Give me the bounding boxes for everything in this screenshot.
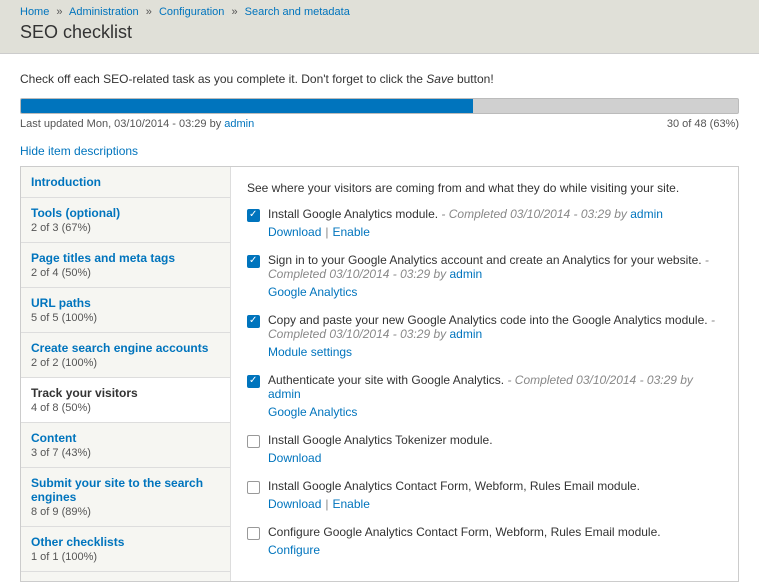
sidebar-item-label: Content — [31, 431, 220, 445]
sidebar-item-label: Track your visitors — [31, 386, 220, 400]
breadcrumb-link[interactable]: Administration — [69, 6, 139, 18]
task-row: Install Google Analytics Contact Form, W… — [247, 479, 722, 511]
sidebar-item-meta: 4 of 8 (50%) — [31, 402, 91, 414]
sidebar-item[interactable]: Content 3 of 7 (43%) — [21, 423, 230, 468]
task-link[interactable]: Enable — [333, 225, 370, 239]
sidebar-item-meta: 5 of 5 (100%) — [31, 312, 97, 324]
sidebar-item[interactable]: Track your visitors 4 of 8 (50%) — [21, 378, 230, 423]
task-title: Install Google Analytics module. — [268, 207, 438, 221]
progress-updated: Last updated Mon, 03/10/2014 - 03:29 by … — [20, 118, 254, 130]
task-title: Authenticate your site with Google Analy… — [268, 373, 504, 387]
task-title: Install Google Analytics Contact Form, W… — [268, 479, 640, 493]
task-link[interactable]: Download — [268, 451, 321, 465]
sidebar-item-meta: 2 of 4 (50%) — [31, 267, 91, 279]
sidebar-item-meta: 3 of 7 (43%) — [31, 447, 91, 459]
breadcrumb-sep: » — [146, 6, 152, 18]
sidebar-item[interactable]: URL paths 5 of 5 (100%) — [21, 288, 230, 333]
task-body: Install Google Analytics module. - Compl… — [268, 207, 722, 239]
breadcrumb-sep: » — [56, 6, 62, 18]
task-links: Download | Enable — [268, 225, 722, 239]
link-sep: | — [325, 497, 328, 511]
user-link[interactable]: admin — [630, 207, 663, 221]
task-checkbox[interactable] — [247, 375, 260, 388]
task-panel: See where your visitors are coming from … — [231, 167, 738, 581]
task-links: Download | Enable — [268, 497, 722, 511]
task-title: Sign in to your Google Analytics account… — [268, 253, 702, 267]
task-links: Google Analytics — [268, 405, 722, 419]
task-checkbox[interactable] — [247, 527, 260, 540]
task-row: Install Google Analytics module. - Compl… — [247, 207, 722, 239]
task-row: Install Google Analytics Tokenizer modul… — [247, 433, 722, 465]
sidebar-item[interactable]: Submit your site to the search engines 8 … — [21, 468, 230, 527]
task-link[interactable]: Google Analytics — [268, 285, 357, 299]
breadcrumb-sep: » — [231, 6, 237, 18]
task-title: Configure Google Analytics Contact Form,… — [268, 525, 661, 539]
breadcrumb-link[interactable]: Configuration — [159, 6, 224, 18]
sidebar-item[interactable]: Create search engine accounts 2 of 2 (100… — [21, 333, 230, 378]
progress-fill — [21, 99, 473, 113]
progress-bar — [20, 98, 739, 114]
task-links: Google Analytics — [268, 285, 722, 299]
task-link[interactable]: Module settings — [268, 345, 352, 359]
user-link[interactable]: admin — [449, 327, 482, 341]
sidebar: Introduction Tools (optional) 2 of 3 (67%)… — [21, 167, 231, 581]
sidebar-item-label: URL paths — [31, 296, 220, 310]
task-link[interactable]: Download — [268, 225, 321, 239]
task-body: Configure Google Analytics Contact Form,… — [268, 525, 722, 557]
task-title: Copy and paste your new Google Analytics… — [268, 313, 708, 327]
sidebar-item-label: Tools (optional) — [31, 206, 220, 220]
panel-description: See where your visitors are coming from … — [247, 181, 722, 195]
intro-text: Check off each SEO-related task as you c… — [20, 72, 739, 86]
task-link[interactable]: Enable — [333, 497, 370, 511]
sidebar-item-meta: 2 of 3 (67%) — [31, 222, 91, 234]
task-body: Copy and paste your new Google Analytics… — [268, 313, 722, 359]
page-title: SEO checklist — [20, 22, 739, 43]
sidebar-item-label: Create search engine accounts — [31, 341, 220, 355]
sidebar-item-meta: 1 of 1 (100%) — [31, 551, 97, 563]
user-link[interactable]: admin — [224, 118, 254, 130]
task-row: Sign in to your Google Analytics account… — [247, 253, 722, 299]
task-links: Configure — [268, 543, 722, 557]
toggle-descriptions-link[interactable]: Hide item descriptions — [20, 144, 138, 158]
task-checkbox[interactable] — [247, 435, 260, 448]
task-links: Module settings — [268, 345, 722, 359]
sidebar-item[interactable]: Tools (optional) 2 of 3 (67%) — [21, 198, 230, 243]
task-body: Sign in to your Google Analytics account… — [268, 253, 722, 299]
breadcrumb: Home » Administration » Configuration » … — [20, 6, 739, 18]
task-row: Authenticate your site with Google Analy… — [247, 373, 722, 419]
sidebar-item-label: Other checklists — [31, 535, 220, 549]
task-body: Authenticate your site with Google Analy… — [268, 373, 722, 419]
task-row: Copy and paste your new Google Analytics… — [247, 313, 722, 359]
task-link[interactable]: Download — [268, 497, 321, 511]
progress-count: 30 of 48 (63%) — [667, 118, 739, 130]
task-completed-text: - Completed 03/10/2014 - 03:29 by — [438, 207, 630, 221]
sidebar-item-meta: 8 of 9 (89%) — [31, 506, 91, 518]
task-link[interactable]: Configure — [268, 543, 320, 557]
sidebar-item[interactable]: Other checklists 1 of 1 (100%) — [21, 527, 230, 572]
task-checkbox[interactable] — [247, 481, 260, 494]
task-body: Install Google Analytics Tokenizer modul… — [268, 433, 722, 465]
sidebar-item-label: Introduction — [31, 175, 220, 189]
sidebar-item-meta: 2 of 2 (100%) — [31, 357, 97, 369]
page-header: Home » Administration » Configuration » … — [0, 0, 759, 54]
sidebar-item-label: Page titles and meta tags — [31, 251, 220, 265]
breadcrumb-link[interactable]: Home — [20, 6, 49, 18]
task-completed-text: - Completed 03/10/2014 - 03:29 by — [504, 373, 693, 387]
link-sep: | — [325, 225, 328, 239]
task-checkbox[interactable] — [247, 315, 260, 328]
task-checkbox[interactable] — [247, 209, 260, 222]
sidebar-item[interactable]: Page titles and meta tags 2 of 4 (50%) — [21, 243, 230, 288]
user-link[interactable]: admin — [449, 267, 482, 281]
task-title: Install Google Analytics Tokenizer modul… — [268, 433, 493, 447]
breadcrumb-link[interactable]: Search and metadata — [245, 6, 350, 18]
task-links: Download — [268, 451, 722, 465]
sidebar-item-label: Submit your site to the search engines — [31, 476, 220, 504]
task-checkbox[interactable] — [247, 255, 260, 268]
task-body: Install Google Analytics Contact Form, W… — [268, 479, 722, 511]
task-row: Configure Google Analytics Contact Form,… — [247, 525, 722, 557]
user-link[interactable]: admin — [268, 387, 301, 401]
task-link[interactable]: Google Analytics — [268, 405, 357, 419]
sidebar-item[interactable]: Introduction — [21, 167, 230, 198]
